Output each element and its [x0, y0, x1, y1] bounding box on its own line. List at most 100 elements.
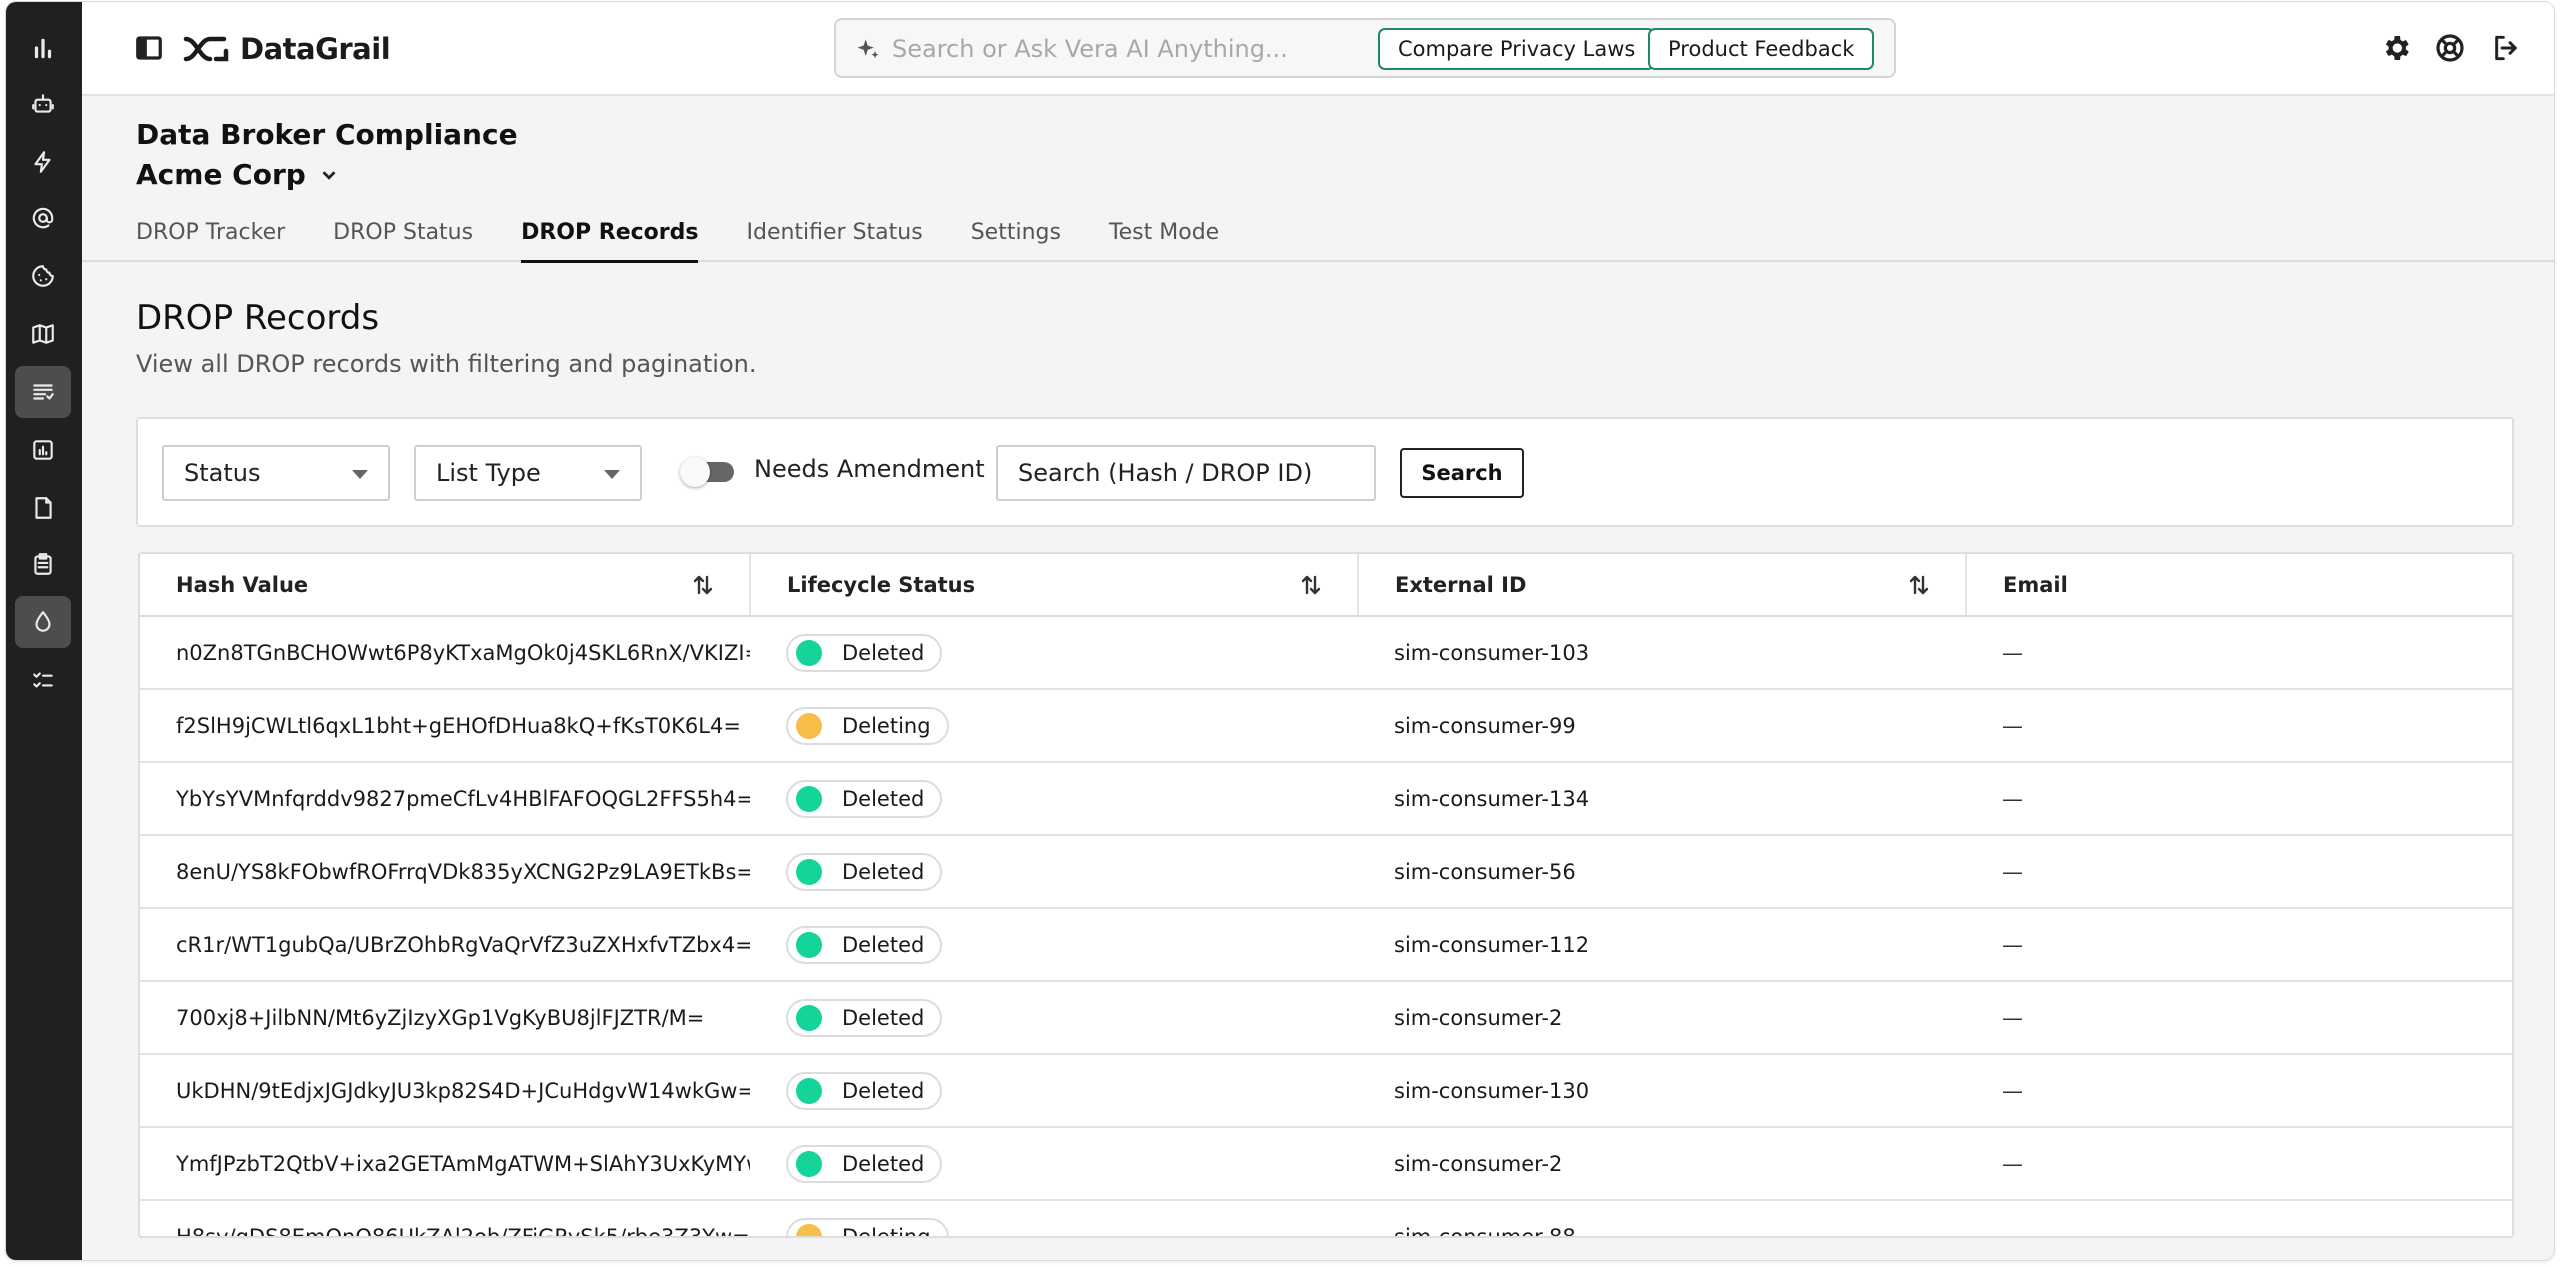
table-row[interactable]: f2SlH9jCWLtl6qxL1bht+gEHOfDHua8kQ+fKsT0K…	[140, 689, 2512, 763]
column-header-external-id[interactable]: External ID	[1358, 554, 1967, 617]
needs-amendment-toggle[interactable]	[680, 457, 738, 487]
table-row[interactable]: cR1r/WT1gubQa/UBrZOhbRgVaQrVfZ3uZXHxfvTZ…	[140, 908, 2512, 982]
rail-tasks[interactable]	[15, 654, 71, 706]
toggle-knob	[680, 457, 710, 487]
map-icon	[32, 324, 54, 344]
global-search-bar: Compare Privacy Laws Product Feedback	[834, 18, 1896, 78]
sort-icon[interactable]	[693, 574, 713, 596]
table-header-row: Hash Value Lifecycle Status External ID …	[140, 554, 2512, 617]
status-badge: Deleting	[786, 706, 949, 745]
table-row[interactable]: YbYsYVMnfqrddv9827pmeCfLv4HBlFAFOQGL2FFS…	[140, 762, 2512, 836]
status-dot-icon	[796, 1150, 822, 1177]
list-type-select-value: List Type	[436, 459, 541, 487]
table-row[interactable]: UkDHN/9tEdjxJGJdkyJU3kp82S4D+JCuHdgvW14w…	[140, 1054, 2512, 1128]
email-cell: —	[1966, 835, 2512, 909]
tab-drop-tracker[interactable]: DROP Tracker	[136, 220, 285, 262]
logout-icon[interactable]	[2490, 32, 2522, 64]
dropdown-caret-icon	[604, 470, 620, 479]
brand-name: DataGrail	[240, 32, 391, 66]
status-select[interactable]: Status	[162, 445, 390, 501]
column-header-email: Email	[1966, 554, 2512, 617]
status-text: Deleting	[842, 713, 931, 738]
status-text: Deleting	[842, 1224, 931, 1238]
global-search-input[interactable]	[892, 32, 1372, 66]
list-type-select[interactable]: List Type	[414, 445, 642, 501]
status-dot-icon	[796, 931, 822, 958]
settings-gear-icon[interactable]	[2380, 32, 2412, 64]
column-label: Email	[2003, 572, 2068, 597]
column-label: Hash Value	[176, 572, 309, 597]
datagrail-logo-icon	[183, 36, 229, 62]
table-row[interactable]: 8enU/YS8kFObwfROFrrqVDk835yXCNG2Pz9LA9ET…	[140, 835, 2512, 909]
hash-search-input[interactable]	[996, 445, 1376, 501]
page-title: DROP Records	[136, 298, 380, 338]
rail-reports[interactable]	[15, 424, 71, 476]
brand-logo[interactable]: DataGrail	[182, 29, 391, 69]
tab-drop-records[interactable]: DROP Records	[521, 220, 699, 263]
rail-contacts[interactable]	[15, 192, 71, 244]
tab-settings[interactable]: Settings	[971, 220, 1061, 262]
table-row[interactable]: n0Zn8TGnBCHOWwt6P8yKTxaMgOk0j4SKL6RnX/VK…	[140, 616, 2512, 690]
status-dot-icon	[796, 1004, 822, 1031]
status-dot-icon	[796, 639, 822, 666]
rail-ai-agent[interactable]	[15, 78, 71, 130]
bar-chart-icon	[34, 38, 52, 59]
app-window: DataGrail Compare Privacy Laws Product F…	[6, 2, 2554, 1260]
column-label: Lifecycle Status	[787, 572, 976, 597]
tab-test-mode[interactable]: Test Mode	[1109, 220, 1219, 262]
rail-data-broker[interactable]	[15, 596, 71, 648]
status-select-value: Status	[184, 459, 261, 487]
report-chart-icon	[33, 440, 53, 460]
table-row[interactable]: 700xj8+JilbNN/Mt6yZjIzyXGp1VgKyBU8jlFJZT…	[140, 981, 2512, 1055]
lifecycle-status-cell: Deleted	[750, 762, 1358, 836]
table-row[interactable]: H8sv/qDS8EmOnQ86UkZAl2ob/ZFiGRySk5/rbe3Z…	[140, 1200, 2512, 1238]
page-description: View all DROP records with filtering and…	[136, 350, 757, 378]
rail-automation[interactable]	[15, 136, 71, 188]
sort-icon[interactable]	[1301, 574, 1321, 596]
hash-value-cell: f2SlH9jCWLtl6qxL1bht+gEHOfDHua8kQ+fKsT0K…	[140, 689, 750, 763]
hash-value-cell: 8enU/YS8kFObwfROFrrqVDk835yXCNG2Pz9LA9ET…	[140, 835, 750, 909]
external-id-cell: sim-consumer-112	[1358, 908, 1966, 982]
org-name: Acme Corp	[136, 158, 306, 191]
column-label: External ID	[1395, 572, 1527, 597]
rail-data-map[interactable]	[15, 308, 71, 360]
hash-value-cell: YbYsYVMnfqrddv9827pmeCfLv4HBlFAFOQGL2FFS…	[140, 762, 750, 836]
org-switcher[interactable]: Acme Corp	[136, 158, 340, 191]
status-text: Deleted	[842, 640, 925, 665]
sort-icon[interactable]	[1909, 574, 1929, 596]
email-cell: —	[1966, 762, 2512, 836]
sparkle-icon	[854, 36, 882, 64]
dropdown-caret-icon	[352, 470, 368, 479]
search-button[interactable]: Search	[1400, 448, 1524, 498]
column-header-lifecycle-status[interactable]: Lifecycle Status	[750, 554, 1359, 617]
lifecycle-status-cell: Deleted	[750, 616, 1358, 690]
panel-left-icon	[136, 36, 162, 60]
sidebar-toggle-button[interactable]	[134, 33, 164, 63]
table-row[interactable]: YmfJPzbT2QtbV+ixa2GETAmMgATWM+SlAhY3UxKy…	[140, 1127, 2512, 1201]
rail-cookies[interactable]	[15, 250, 71, 302]
rail-records[interactable]	[15, 366, 71, 418]
status-badge: Deleted	[786, 779, 943, 818]
product-feedback-button[interactable]: Product Feedback	[1648, 28, 1875, 70]
status-text: Deleted	[842, 1151, 925, 1176]
rail-analytics[interactable]	[15, 22, 71, 74]
column-header-hash[interactable]: Hash Value	[140, 554, 751, 617]
tab-identifier-status[interactable]: Identifier Status	[746, 220, 922, 262]
status-dot-icon	[796, 1077, 822, 1104]
email-cell: —	[1966, 1200, 2512, 1236]
hash-value-cell: YmfJPzbT2QtbV+ixa2GETAmMgATWM+SlAhY3UxKy…	[140, 1127, 750, 1201]
robot-icon	[32, 94, 54, 113]
lifecycle-status-cell: Deleting	[750, 689, 1358, 763]
cookie-icon	[32, 265, 54, 287]
email-cell: —	[1966, 1054, 2512, 1128]
external-id-cell: sim-consumer-103	[1358, 616, 1966, 690]
help-lifebuoy-icon[interactable]	[2434, 32, 2466, 64]
top-bar: DataGrail Compare Privacy Laws Product F…	[82, 2, 2554, 96]
hash-value-cell: UkDHN/9tEdjxJGJdkyJU3kp82S4D+JCuHdgvW14w…	[140, 1054, 750, 1128]
rail-documents[interactable]	[15, 482, 71, 534]
lifecycle-status-cell: Deleted	[750, 981, 1358, 1055]
rail-assessments[interactable]	[15, 538, 71, 590]
status-dot-icon	[796, 785, 822, 812]
tab-drop-status[interactable]: DROP Status	[333, 220, 473, 262]
compare-privacy-laws-button[interactable]: Compare Privacy Laws	[1378, 28, 1656, 70]
